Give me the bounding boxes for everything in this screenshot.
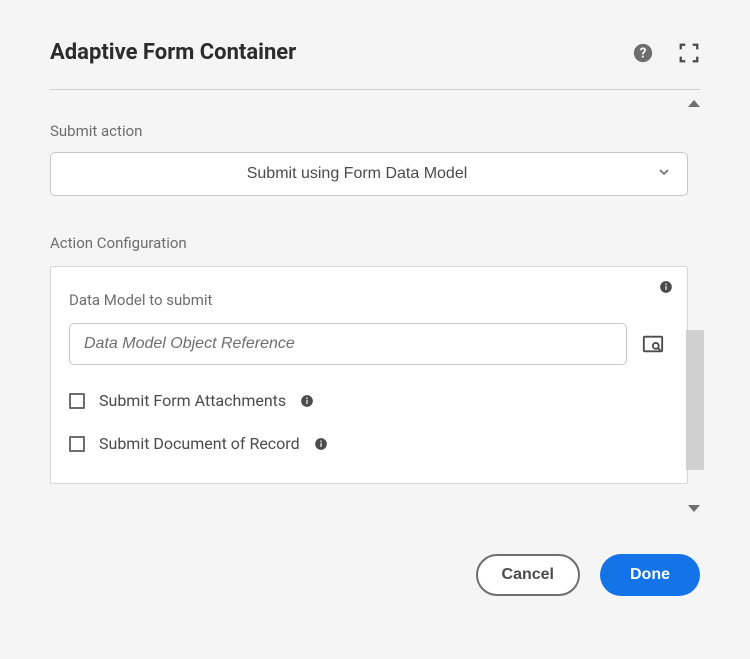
- attachments-label: Submit Form Attachments: [99, 391, 286, 410]
- scroll-down-icon[interactable]: [688, 505, 700, 512]
- help-icon[interactable]: ?: [632, 42, 654, 64]
- submit-action-label: Submit action: [50, 122, 700, 140]
- svg-text:?: ?: [640, 45, 647, 61]
- info-icon[interactable]: [659, 279, 673, 298]
- attachments-row: Submit Form Attachments: [69, 391, 669, 410]
- data-model-label: Data Model to submit: [69, 291, 669, 309]
- scroll-up-icon[interactable]: [688, 100, 700, 107]
- done-button[interactable]: Done: [600, 554, 700, 596]
- dialog-container: Adaptive Form Container ? Submit action …: [0, 0, 750, 626]
- attachments-checkbox[interactable]: [69, 393, 85, 409]
- dor-row: Submit Document of Record: [69, 434, 669, 453]
- dor-label: Submit Document of Record: [99, 434, 300, 453]
- info-icon[interactable]: [300, 394, 314, 408]
- fullscreen-icon[interactable]: [678, 42, 700, 64]
- dialog-title: Adaptive Form Container: [50, 40, 296, 65]
- data-model-input-row: [69, 323, 669, 365]
- cancel-button[interactable]: Cancel: [476, 554, 580, 596]
- info-icon[interactable]: [314, 437, 328, 451]
- dor-checkbox[interactable]: [69, 436, 85, 452]
- submit-action-select-wrap: Submit using Form Data Model: [50, 152, 700, 196]
- header-icons: ?: [632, 42, 700, 64]
- submit-action-select[interactable]: Submit using Form Data Model: [50, 152, 688, 196]
- dialog-footer: Cancel Done: [50, 504, 700, 596]
- dialog-body: Submit action Submit using Form Data Mod…: [50, 90, 700, 504]
- action-config-heading: Action Configuration: [50, 234, 700, 252]
- browse-button[interactable]: [637, 328, 669, 360]
- data-model-input[interactable]: [69, 323, 627, 365]
- scrollbar-thumb[interactable]: [686, 330, 704, 470]
- action-config-panel: Data Model to submit Submit Form Attachm…: [50, 266, 688, 484]
- dialog-header: Adaptive Form Container ?: [50, 40, 700, 90]
